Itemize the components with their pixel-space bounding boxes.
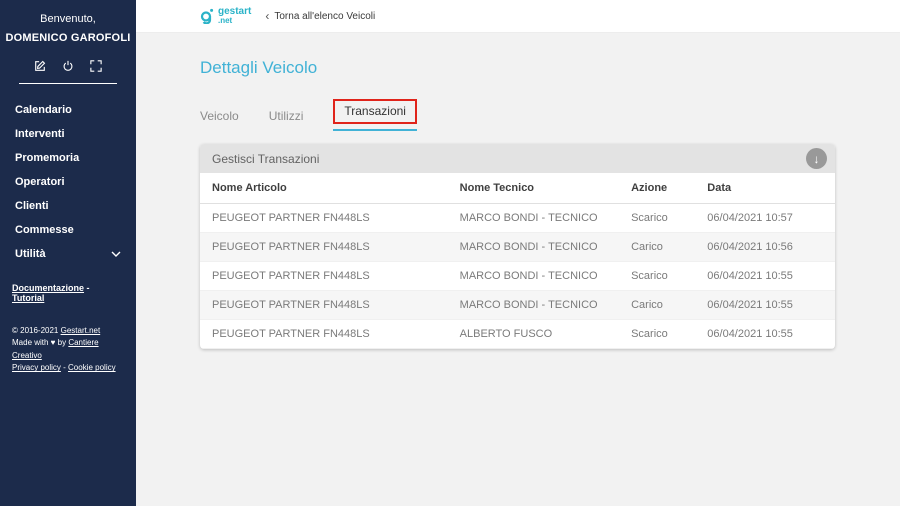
sidebar-item-calendario[interactable]: Calendario [0,98,136,122]
tab-utilizzi[interactable]: Utilizzi [269,109,304,131]
cell-nome-tecnico: MARCO BONDI - TECNICO [448,233,619,262]
policies-line: Privacy policy - Cookie policy [12,362,124,374]
tab-label: Veicolo [200,109,239,123]
sidebar-nav: Calendario Interventi Promemoria Operato… [0,98,136,266]
cell-nome-articolo: PEUGEOT PARTNER FN448LS [200,204,448,233]
column-header-azione: Azione [619,173,695,204]
table-row: PEUGEOT PARTNER FN448LS MARCO BONDI - TE… [200,291,835,320]
cell-nome-articolo: PEUGEOT PARTNER FN448LS [200,233,448,262]
card-header-title: Gestisci Transazioni [212,152,319,166]
cell-nome-articolo: PEUGEOT PARTNER FN448LS [200,291,448,320]
sidebar-item-label: Promemoria [15,152,79,164]
sidebar-item-label: Interventi [15,128,65,140]
download-button[interactable]: ↓ [806,148,827,169]
transactions-table: Nome Articolo Nome Tecnico Azione Data P… [200,173,835,349]
copyright-line: © 2016-2021 Gestart.net [12,325,124,337]
docs-separator: - [84,283,90,293]
edit-profile-icon[interactable] [34,60,46,72]
column-header-nome-tecnico: Nome Tecnico [448,173,619,204]
logo-wordmark: gestart .net [218,7,251,25]
sidebar-action-icons [19,60,117,84]
sidebar-footer: © 2016-2021 Gestart.net Made with ♥ by C… [12,325,124,375]
tab-label: Transazioni [333,99,417,124]
table-header-row: Nome Articolo Nome Tecnico Azione Data [200,173,835,204]
back-link-label: Torna all'elenco Veicoli [274,11,375,22]
download-arrow-icon: ↓ [814,152,820,166]
tab-transazioni[interactable]: Transazioni [333,99,417,131]
tab-label: Utilizzi [269,109,304,123]
sidebar-item-label: Commesse [15,224,74,236]
table-row: PEUGEOT PARTNER FN448LS MARCO BONDI - TE… [200,204,835,233]
tutorial-link[interactable]: Tutorial [12,293,44,303]
card-header: Gestisci Transazioni ↓ [200,144,835,173]
table-row: PEUGEOT PARTNER FN448LS ALBERTO FUSCO Sc… [200,320,835,349]
column-header-data: Data [695,173,835,204]
top-header: gestart .net ‹ Torna all'elenco Veicoli [136,0,900,33]
table-body: PEUGEOT PARTNER FN448LS MARCO BONDI - TE… [200,204,835,349]
sidebar-item-label: Operatori [15,176,65,188]
logout-power-icon[interactable] [62,60,74,72]
policy-separator: - [61,363,68,372]
logo-tld: .net [218,17,251,25]
transactions-card: Gestisci Transazioni ↓ Nome Articolo Nom… [200,144,835,349]
documentation-link[interactable]: Documentazione [12,283,84,293]
cell-azione: Scarico [619,204,695,233]
cell-azione: Scarico [619,262,695,291]
sidebar-item-interventi[interactable]: Interventi [0,122,136,146]
cell-nome-tecnico: MARCO BONDI - TECNICO [448,204,619,233]
cell-data: 06/04/2021 10:55 [695,291,835,320]
sidebar-item-promemoria[interactable]: Promemoria [0,146,136,170]
table-head: Nome Articolo Nome Tecnico Azione Data [200,173,835,204]
main-area: Dettagli Veicolo Veicolo Utilizzi Transa… [136,33,900,506]
column-header-nome-articolo: Nome Articolo [200,173,448,204]
cell-azione: Scarico [619,320,695,349]
sidebar-item-label: Clienti [15,200,49,212]
back-to-vehicles-link[interactable]: ‹ Torna all'elenco Veicoli [265,10,375,22]
made-with-line: Made with ♥ by Cantiere Creativo [12,337,124,362]
sidebar-item-label: Utilità [15,248,46,260]
page-title: Dettagli Veicolo [200,58,835,78]
cell-nome-tecnico: ALBERTO FUSCO [448,320,619,349]
sidebar: Benvenuto, DOMENICO GAROFOLI Calendario [0,0,136,506]
cookie-policy-link[interactable]: Cookie policy [68,363,116,372]
sidebar-item-clienti[interactable]: Clienti [0,194,136,218]
cell-nome-articolo: PEUGEOT PARTNER FN448LS [200,262,448,291]
cell-data: 06/04/2021 10:57 [695,204,835,233]
sidebar-item-commesse[interactable]: Commesse [0,218,136,242]
back-chevron-icon: ‹ [265,10,269,22]
cell-data: 06/04/2021 10:55 [695,262,835,291]
made-with-text: Made with ♥ by [12,338,68,347]
cell-data: 06/04/2021 10:55 [695,320,835,349]
sidebar-item-label: Calendario [15,104,72,116]
gestart-link[interactable]: Gestart.net [61,326,101,335]
cell-azione: Carico [619,291,695,320]
privacy-policy-link[interactable]: Privacy policy [12,363,61,372]
cell-nome-tecnico: MARCO BONDI - TECNICO [448,262,619,291]
table-row: PEUGEOT PARTNER FN448LS MARCO BONDI - TE… [200,262,835,291]
docs-links: Documentazione - Tutorial [12,283,124,303]
copyright-text: © 2016-2021 [12,326,61,335]
cell-nome-articolo: PEUGEOT PARTNER FN448LS [200,320,448,349]
detail-tabs: Veicolo Utilizzi Transazioni [200,99,835,131]
gestart-logo[interactable]: gestart .net [200,7,251,25]
gestart-logo-icon [200,8,214,24]
chevron-down-icon [111,248,121,260]
sidebar-item-utilita[interactable]: Utilità [0,242,136,266]
fullscreen-icon[interactable] [90,60,102,72]
cell-azione: Carico [619,233,695,262]
sidebar-item-operatori[interactable]: Operatori [0,170,136,194]
cell-data: 06/04/2021 10:56 [695,233,835,262]
table-row: PEUGEOT PARTNER FN448LS MARCO BONDI - TE… [200,233,835,262]
app-window: Benvenuto, DOMENICO GAROFOLI Calendario [0,0,900,506]
cell-nome-tecnico: MARCO BONDI - TECNICO [448,291,619,320]
welcome-text: Benvenuto, [0,13,136,25]
current-user-name: DOMENICO GAROFOLI [0,32,136,44]
tab-veicolo[interactable]: Veicolo [200,109,239,131]
